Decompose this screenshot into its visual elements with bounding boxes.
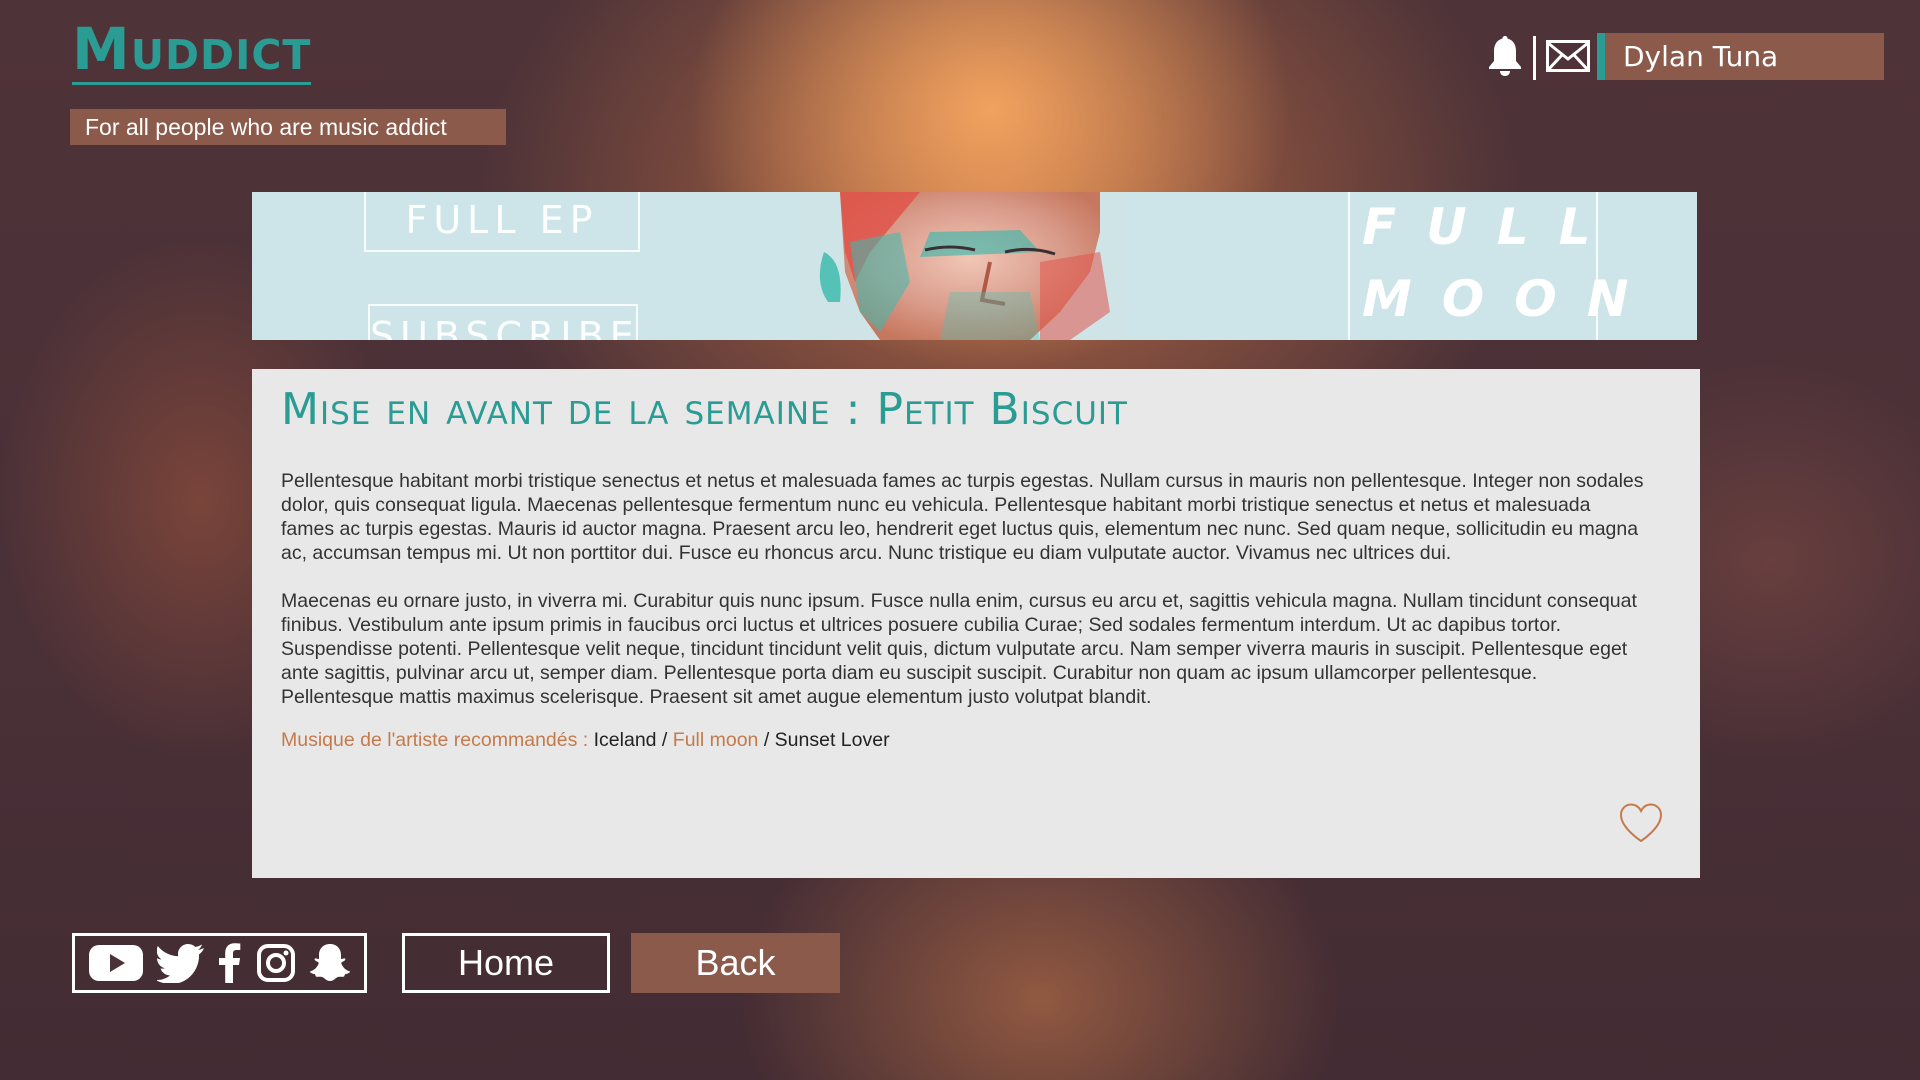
logo[interactable]: Muddict — [72, 20, 312, 85]
recommended-tracks: Musique de l'artiste recommandés : Icela… — [281, 729, 1648, 752]
home-button[interactable]: Home — [402, 933, 610, 993]
header-divider — [1533, 36, 1536, 80]
like-heart-icon[interactable] — [1618, 802, 1664, 844]
snapchat-icon[interactable] — [309, 943, 351, 983]
track-separator: / — [656, 729, 673, 751]
artist-face-image — [800, 192, 1130, 340]
full-moon-title: FULL MOON — [1348, 192, 1629, 340]
banner-subscribe-button[interactable]: SUBSCRIBE — [368, 304, 638, 340]
instagram-icon[interactable] — [256, 943, 296, 983]
banner-full-ep-button[interactable]: FULL EP — [364, 192, 640, 252]
facebook-icon[interactable] — [218, 943, 242, 983]
track-iceland[interactable]: Iceland — [594, 729, 657, 751]
back-button[interactable]: Back — [631, 933, 840, 993]
track-separator: / — [758, 729, 775, 751]
notification-bell-icon[interactable] — [1486, 34, 1524, 78]
full-moon-word-1: FULL — [1362, 198, 1621, 256]
twitter-icon[interactable] — [157, 943, 205, 983]
track-sunset-lover[interactable]: Sunset Lover — [775, 729, 890, 751]
username: Dylan Tuna — [1623, 40, 1779, 73]
full-moon-word-2: MOON — [1362, 270, 1659, 328]
article-title: Mise en avant de la semaine : Petit Bisc… — [281, 384, 1128, 435]
user-menu-button[interactable]: Dylan Tuna — [1597, 33, 1884, 80]
featured-article-card: Mise en avant de la semaine : Petit Bisc… — [252, 369, 1700, 878]
mail-icon[interactable] — [1546, 40, 1590, 72]
article-paragraph-1: Pellentesque habitant morbi tristique se… — [281, 470, 1644, 564]
article-paragraph-2: Maecenas eu ornare justo, in viverra mi.… — [281, 590, 1637, 708]
recommended-label: Musique de l'artiste recommandés : — [281, 729, 589, 751]
promo-banner[interactable]: FULL EP SUBSCRIBE FULL MOON — [252, 192, 1697, 340]
social-links — [72, 933, 367, 993]
track-full-moon[interactable]: Full moon — [673, 729, 759, 751]
youtube-icon[interactable] — [88, 943, 144, 983]
tagline: For all people who are music addict — [70, 109, 506, 145]
